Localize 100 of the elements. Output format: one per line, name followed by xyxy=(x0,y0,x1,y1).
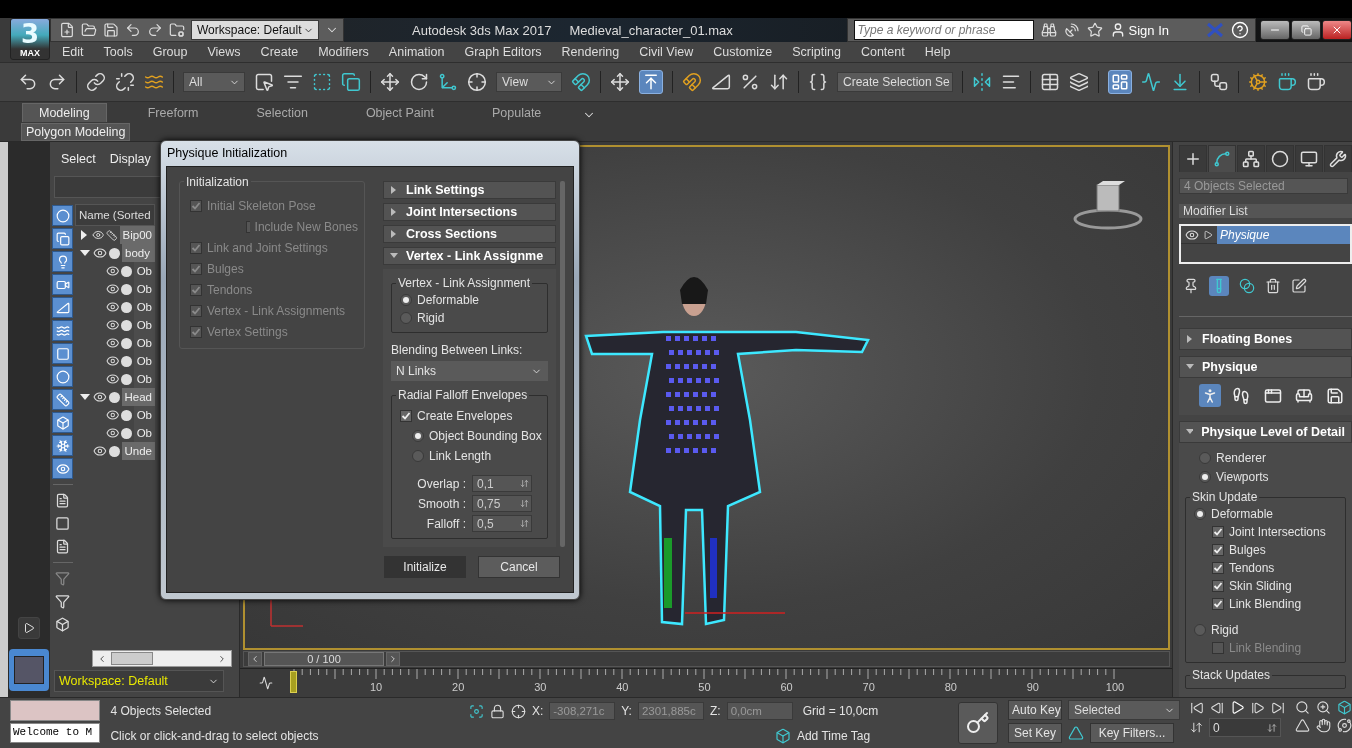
play-icon[interactable] xyxy=(1230,700,1245,715)
cup-icon[interactable] xyxy=(1306,72,1326,92)
menu-item[interactable]: Rendering xyxy=(551,42,630,62)
checkbox[interactable] xyxy=(1212,561,1224,574)
eye-icon[interactable] xyxy=(105,264,120,278)
eye-icon[interactable] xyxy=(92,390,107,404)
rotate-icon[interactable] xyxy=(409,72,429,92)
app-menu-button[interactable]: 3 MAX xyxy=(10,18,50,60)
menu-item[interactable]: Scripting xyxy=(782,42,851,62)
binoculars-icon[interactable] xyxy=(1040,22,1057,38)
time-slider-thumb[interactable]: 0 / 100 xyxy=(264,652,384,666)
filter-button[interactable] xyxy=(52,320,73,341)
move-icon[interactable] xyxy=(380,72,400,92)
command-panel-tab[interactable] xyxy=(1266,145,1294,172)
eye-icon[interactable] xyxy=(105,336,120,350)
redo-icon[interactable] xyxy=(47,72,67,92)
percent-snap-icon[interactable] xyxy=(740,72,760,92)
physique-tool-button[interactable] xyxy=(1199,384,1222,407)
object-name[interactable]: Bip00 xyxy=(119,226,155,244)
modifier-item[interactable]: Physique xyxy=(1217,225,1350,244)
previous-frame-icon[interactable] xyxy=(1210,700,1224,715)
help-icon[interactable] xyxy=(1231,21,1249,39)
menu-item[interactable]: Animation xyxy=(378,42,455,62)
angle-snap-icon[interactable] xyxy=(711,72,731,92)
checkbox[interactable] xyxy=(1212,543,1224,556)
spinner-field[interactable]: 0,75 xyxy=(472,495,532,512)
node-graph-icon[interactable] xyxy=(1209,72,1229,92)
sign-in-button[interactable]: Sign In xyxy=(1109,22,1199,38)
eye-icon[interactable] xyxy=(1185,227,1199,242)
filter-button[interactable] xyxy=(52,251,73,272)
pan-icon[interactable] xyxy=(1316,718,1331,733)
undo-icon[interactable] xyxy=(125,22,141,38)
ribbon-tab[interactable]: Object Paint xyxy=(348,103,451,122)
checkbox[interactable] xyxy=(1212,579,1224,592)
crosshair-icon[interactable] xyxy=(467,72,487,92)
radio-button[interactable] xyxy=(1194,623,1206,636)
object-name[interactable]: Ob xyxy=(133,370,155,388)
star-icon[interactable] xyxy=(1086,22,1103,38)
orbit-icon[interactable] xyxy=(1337,718,1352,733)
object-name[interactable]: Unde xyxy=(121,442,155,460)
command-panel-tab[interactable] xyxy=(1295,145,1323,172)
maxscript-listener-field[interactable] xyxy=(10,700,101,721)
rollout-header[interactable]: Joint Intersections xyxy=(383,203,556,221)
menu-item[interactable]: Graph Editors xyxy=(454,42,552,62)
next-frame-button[interactable] xyxy=(386,652,400,666)
ribbon-tab[interactable]: Modeling xyxy=(22,103,107,122)
object-name[interactable]: Ob xyxy=(133,280,155,298)
command-panel-tab[interactable] xyxy=(1237,145,1265,172)
select-object-icon[interactable] xyxy=(254,72,274,92)
reference-coordinate-dropdown[interactable]: View xyxy=(496,72,562,92)
filter-button[interactable] xyxy=(52,297,73,318)
ribbon-tab[interactable]: Freeform xyxy=(130,103,216,122)
object-name[interactable]: Ob xyxy=(133,352,155,370)
radio-button[interactable] xyxy=(1199,470,1211,483)
checkbox[interactable] xyxy=(1212,525,1224,538)
rollout-header[interactable]: Physique xyxy=(1179,356,1352,378)
search-field[interactable]: Type a keyword or phrase xyxy=(853,20,1034,40)
selection-region-icon[interactable] xyxy=(312,72,332,92)
eye-icon[interactable] xyxy=(105,426,120,440)
rollout-header[interactable]: Physique Level of Detail xyxy=(1179,421,1352,443)
column-header[interactable]: Name (Sorted xyxy=(75,204,155,226)
rollout-header[interactable]: Cross Sections xyxy=(383,225,556,243)
eye-icon[interactable] xyxy=(105,408,120,422)
transform-gizmo-icon[interactable] xyxy=(610,72,630,92)
pin-icon[interactable] xyxy=(1183,277,1199,294)
dialog-button[interactable]: Cancel xyxy=(478,556,560,578)
radio-button[interactable] xyxy=(400,293,412,306)
object-name[interactable]: Head xyxy=(121,388,155,406)
radio-button[interactable] xyxy=(1199,451,1211,464)
settings-icon[interactable] xyxy=(1248,72,1268,92)
rollout-header[interactable]: Vertex - Link Assignme xyxy=(383,247,556,265)
checkbox[interactable] xyxy=(400,409,412,422)
align-icon[interactable] xyxy=(1001,72,1021,92)
snap-icon[interactable] xyxy=(682,72,702,92)
curve-icon[interactable] xyxy=(259,676,273,690)
blend-icon[interactable] xyxy=(1239,277,1255,294)
filter-button[interactable] xyxy=(52,228,73,249)
minimize-button[interactable] xyxy=(1260,20,1290,40)
next-frame-icon[interactable] xyxy=(1251,700,1265,715)
eye-icon[interactable] xyxy=(91,228,105,242)
cup-icon[interactable] xyxy=(1277,72,1297,92)
workspace-thumbnail[interactable] xyxy=(9,649,49,691)
maxscript-output-field[interactable]: Welcome to M xyxy=(10,723,101,743)
braces-icon[interactable] xyxy=(808,72,828,92)
configure-icon[interactable] xyxy=(1291,277,1307,294)
menu-item[interactable]: Views xyxy=(197,42,251,62)
ribbon-tab[interactable]: Selection xyxy=(239,103,325,122)
object-name[interactable]: body xyxy=(122,244,155,262)
layers-icon[interactable] xyxy=(1069,72,1089,92)
radio-button[interactable] xyxy=(400,311,412,324)
lock-icon[interactable] xyxy=(489,703,505,719)
menu-item[interactable]: Create xyxy=(250,42,309,62)
explorer-menu-item[interactable]: Select xyxy=(56,152,101,166)
eye-icon[interactable] xyxy=(105,372,120,386)
filter-button[interactable] xyxy=(52,412,73,433)
spinner-field[interactable]: 0,5 xyxy=(472,515,532,532)
expand-triangle-icon[interactable] xyxy=(1203,229,1213,240)
eye-icon[interactable] xyxy=(92,444,107,458)
redo-icon[interactable] xyxy=(147,22,163,38)
menu-item[interactable]: Civil View xyxy=(629,42,704,62)
